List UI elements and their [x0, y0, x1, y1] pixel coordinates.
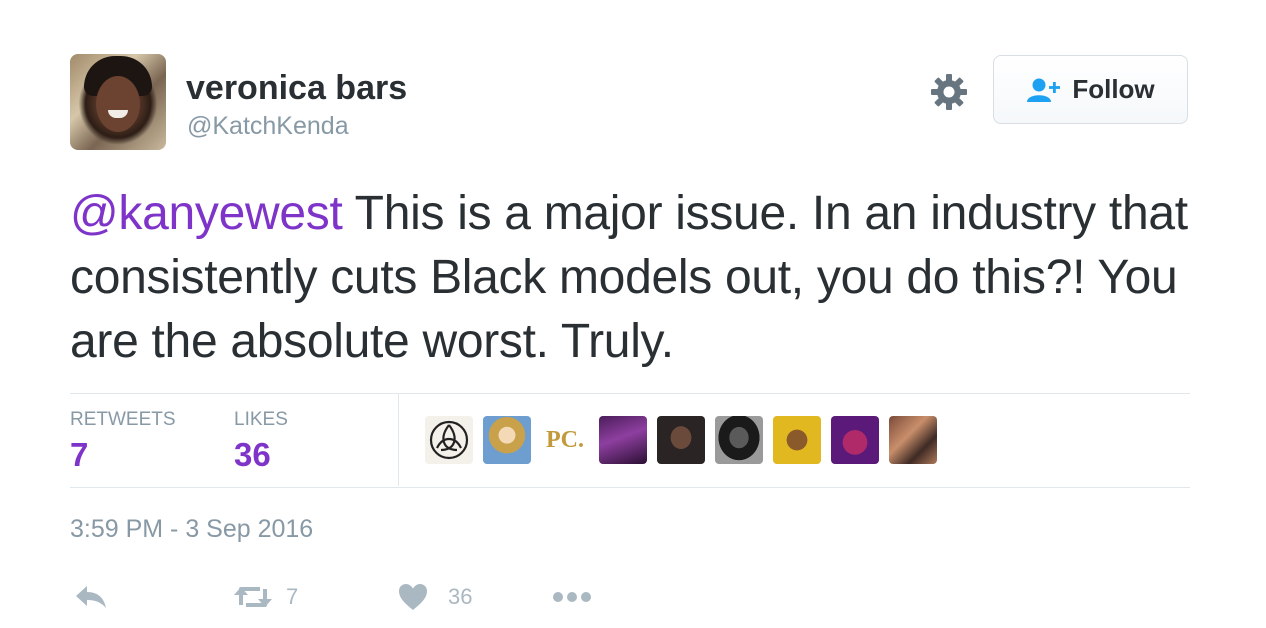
follow-person-plus-icon — [1027, 78, 1061, 102]
celtic-knot-icon — [429, 420, 469, 460]
heart-icon — [399, 584, 427, 610]
liker-avatar-purple-photo[interactable] — [599, 416, 647, 464]
stats-vertical-divider — [398, 394, 399, 486]
more-dots-icon — [553, 592, 591, 602]
retweets-label: RETWEETS — [70, 409, 176, 430]
display-name[interactable]: veronica bars — [186, 69, 407, 108]
like-action[interactable]: 36 — [398, 580, 472, 614]
likers-avatar-row: PC. — [425, 416, 937, 464]
liker-avatar-woman-color[interactable] — [889, 416, 937, 464]
retweet-icon — [234, 587, 272, 607]
liker-avatar-yellow[interactable] — [773, 416, 821, 464]
liker-avatar-celtic[interactable] — [425, 416, 473, 464]
avatar[interactable] — [70, 54, 166, 150]
retweets-count[interactable]: 7 — [70, 436, 88, 474]
reply-action[interactable] — [74, 580, 108, 614]
more-action[interactable] — [552, 580, 594, 614]
liker-avatar-woman-bw[interactable] — [715, 416, 763, 464]
mention-link[interactable]: @kanyewest — [70, 187, 343, 240]
liker-avatar-pc-logo[interactable]: PC. — [541, 416, 589, 464]
likes-count[interactable]: 36 — [234, 436, 271, 474]
liker-avatar-drag-queen[interactable] — [483, 416, 531, 464]
follow-button[interactable]: Follow — [993, 55, 1188, 124]
tweet-text: @kanyewest This is a major issue. In an … — [70, 182, 1190, 374]
liker-avatar-muppet[interactable] — [831, 416, 879, 464]
stats-top-divider — [70, 393, 1190, 394]
avatar-face — [96, 76, 140, 132]
stats-bottom-divider — [70, 487, 1190, 488]
liker-avatar-man[interactable] — [657, 416, 705, 464]
user-handle[interactable]: @KatchKenda — [187, 112, 349, 141]
reply-icon — [76, 586, 106, 608]
gear-icon[interactable] — [930, 73, 968, 111]
retweet-action[interactable]: 7 — [232, 580, 298, 614]
like-count: 36 — [448, 584, 473, 609]
follow-label: Follow — [1072, 74, 1155, 104]
likes-label: LIKES — [234, 409, 288, 430]
pc-logo-text: PC. — [546, 426, 584, 453]
tweet-timestamp[interactable]: 3:59 PM - 3 Sep 2016 — [70, 515, 313, 544]
retweet-count: 7 — [286, 584, 299, 609]
